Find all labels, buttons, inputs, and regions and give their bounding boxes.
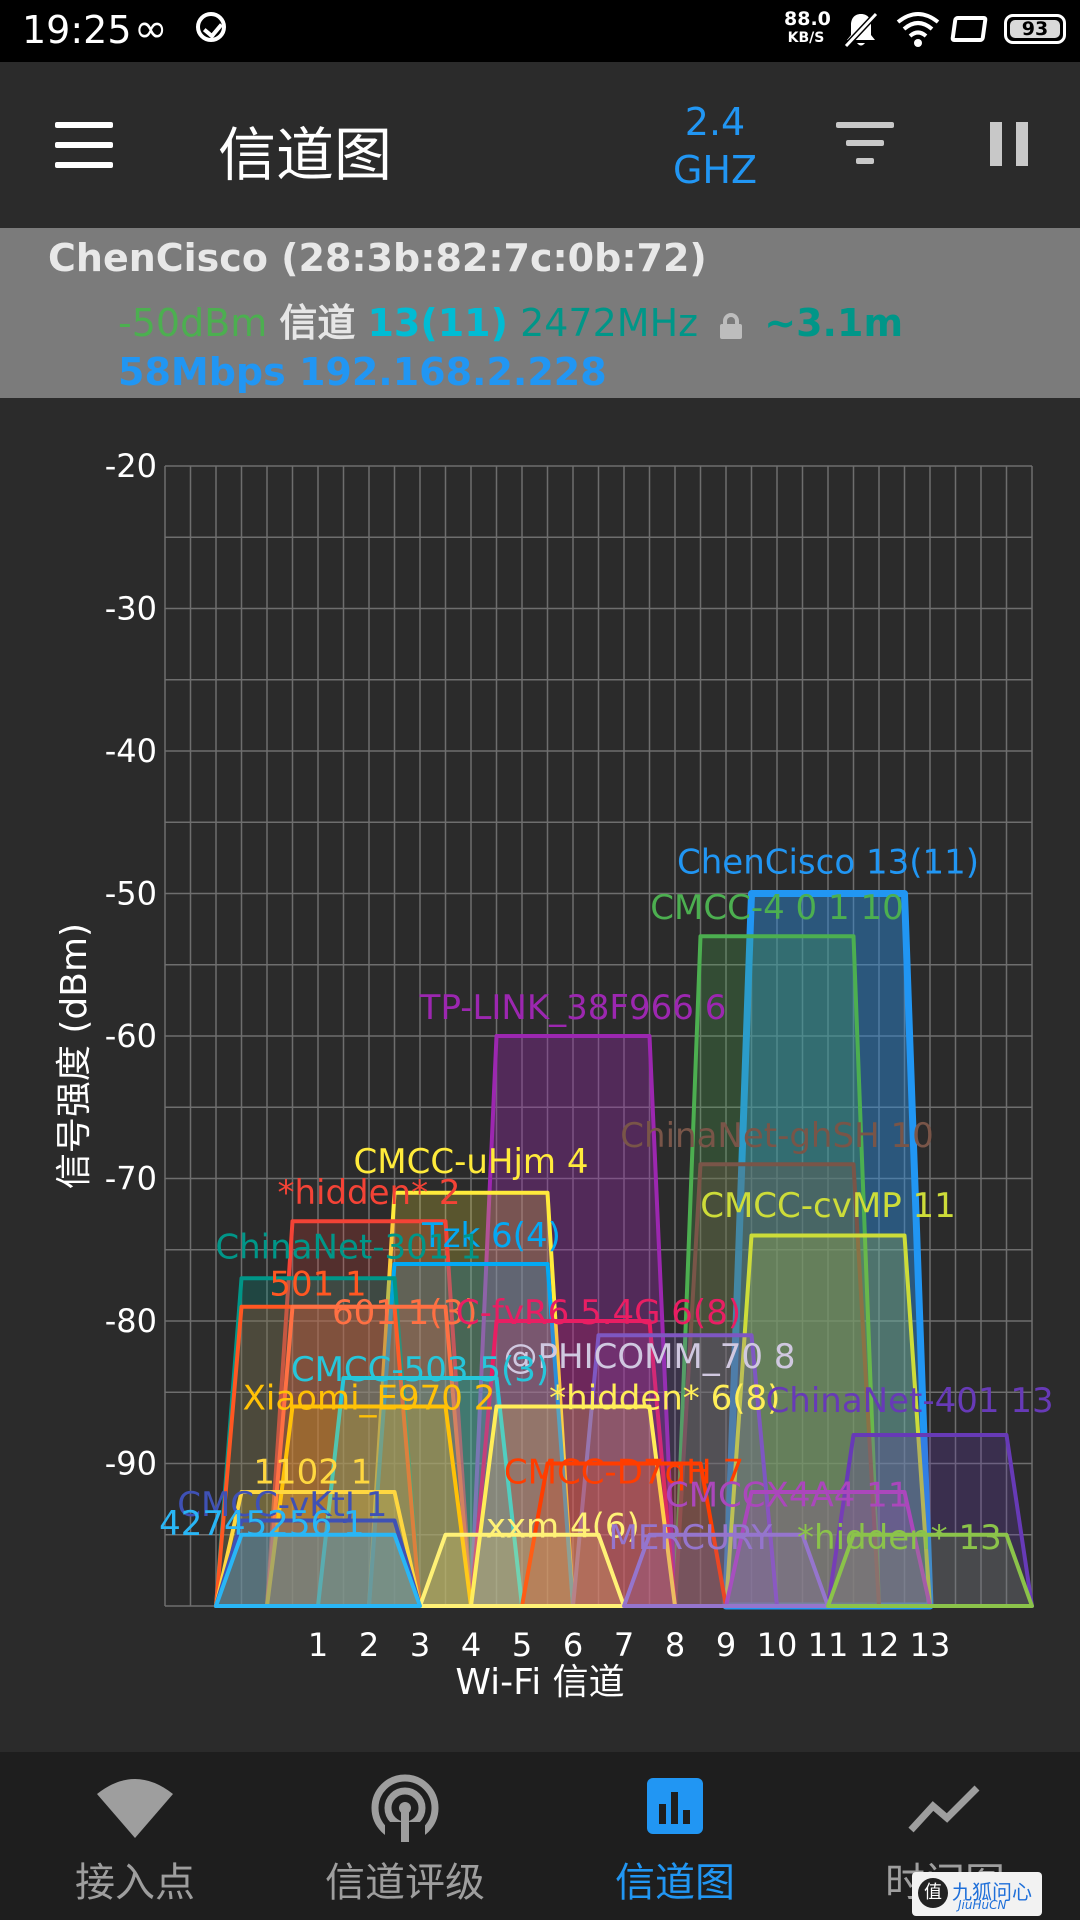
x-tick-label: 1 [308,1626,328,1664]
network-label: *hidden* 13 [797,1518,1002,1558]
signal-rating-icon [371,1774,439,1842]
bar-chart-icon [647,1778,703,1834]
network-label: ChinaNet-401 13 [766,1381,1054,1421]
network-label: CMCCX4A4 11 [665,1475,909,1515]
nav-channel-graph[interactable]: 信道图 [540,1752,810,1920]
y-tick-label: -90 [105,1445,157,1483]
nav-label: 信道图 [615,1860,735,1906]
wifi-icon [97,1779,173,1838]
band-unit: GHZ [672,148,758,192]
channel-value: 13(11) [367,301,508,345]
pause-icon[interactable] [990,122,1028,166]
x-tick-label: 13 [910,1626,951,1664]
nav-label: 接入点 [75,1860,195,1906]
distance-value: ~3.1m [764,301,904,345]
network-label: *hidden* 2 [277,1173,460,1213]
network-label: CMCC-cvMP 11 [700,1186,956,1226]
network-label: ChinaNet-ghSH 10 [620,1116,933,1156]
link-speed-ip: 58Mbps 192.168.2.228 [118,350,607,394]
check-circle-icon [196,12,226,42]
x-tick-label: 2 [359,1626,379,1664]
y-tick-label: -50 [105,875,157,913]
infinity-icon: ∞ [134,6,168,52]
watermark-logo: 值 九狐问心 JiuHuCN [912,1872,1042,1916]
line-chart-icon [908,1785,980,1833]
x-tick-label: 4 [461,1626,481,1664]
x-tick-label: 6 [563,1626,583,1664]
wifi-status-icon [896,12,940,47]
network-label: 42745256 1 [159,1504,365,1544]
battery-icon: 93 [1004,14,1066,44]
nav-access-points[interactable]: 接入点 [0,1752,270,1920]
network-label: C-fvR6 5.4G 6(8) [456,1293,741,1333]
status-bar: 19:25 ∞ 88.0 KB/S 93 [0,0,1080,62]
x-axis-label: Wi-Fi 信道 [455,1662,624,1703]
x-tick-label: 9 [716,1626,736,1664]
menu-icon[interactable] [55,122,113,168]
x-tick-label: 12 [859,1626,900,1664]
network-label: *hidden* 6(8) [549,1378,780,1418]
watermark-circle: 值 [918,1878,948,1908]
watermark-subtext: JiuHuCN [958,1898,1007,1912]
y-tick-label: -20 [105,447,157,485]
network-label: ChinaNet-301 1 [215,1227,481,1267]
signal-strength: -50dBm [118,301,268,345]
network-trace [214,1532,422,1608]
nav-label: 信道评级 [325,1860,485,1906]
screen-icon [950,16,988,42]
bell-off-icon [843,11,879,49]
y-tick-label: -40 [105,732,157,770]
status-time: 19:25 [22,8,132,52]
network-speed-unit: KB/S [787,30,825,46]
band-toggle-button[interactable]: 2.4 GHZ [660,98,770,194]
network-label: ChenCisco 13(11) [677,843,979,883]
network-label: Xiaomi_E970 2 [243,1378,496,1418]
x-tick-label: 7 [614,1626,634,1664]
channel-label: 信道 [279,301,356,345]
y-tick-label: -30 [105,590,157,628]
app-toolbar: 信道图 2.4 GHZ [0,62,1080,228]
x-tick-label: 11 [808,1626,849,1664]
x-tick-label: 3 [410,1626,430,1664]
frequency-value: 2472MHz [520,301,699,345]
network-label: CMCC-4 0 1 10 [650,888,903,928]
lock-icon [720,312,743,339]
network-label: TP-LINK_38F966 6 [419,988,727,1028]
connection-details: -50dBm 信道 13(11) 2472MHz ~3.1m [118,292,903,347]
x-tick-label: 10 [757,1626,798,1664]
y-tick-label: -60 [105,1017,157,1055]
y-tick-label: -70 [105,1160,157,1198]
x-tick-label: 8 [665,1626,685,1664]
band-frequency: 2.4 [684,100,746,144]
page-title: 信道图 [218,121,393,189]
network-speed-value: 88.0 [784,8,831,30]
battery-level: 93 [1021,18,1049,40]
filter-icon[interactable] [836,122,894,170]
x-tick-label: 5 [512,1626,532,1664]
network-speed: 88.0 KB/S [784,8,831,48]
nav-channel-rating[interactable]: 信道评级 [270,1752,540,1920]
connected-ssid: ChenCisco (28:3b:82:7c:0b:72) [48,236,707,280]
channel-graph-chart: -20-30-40-50-60-70-80-901 2 3 4 5 6 7 8 9 10 11 12 1… [54,447,1054,1703]
y-tick-label: -80 [105,1302,157,1340]
network-label: MERCURY [609,1518,773,1558]
connection-info-panel: ChenCisco (28:3b:82:7c:0b:72) -50dBm 信道 … [0,228,1080,398]
y-axis-label: 信号强度 (dBm) [54,923,95,1189]
